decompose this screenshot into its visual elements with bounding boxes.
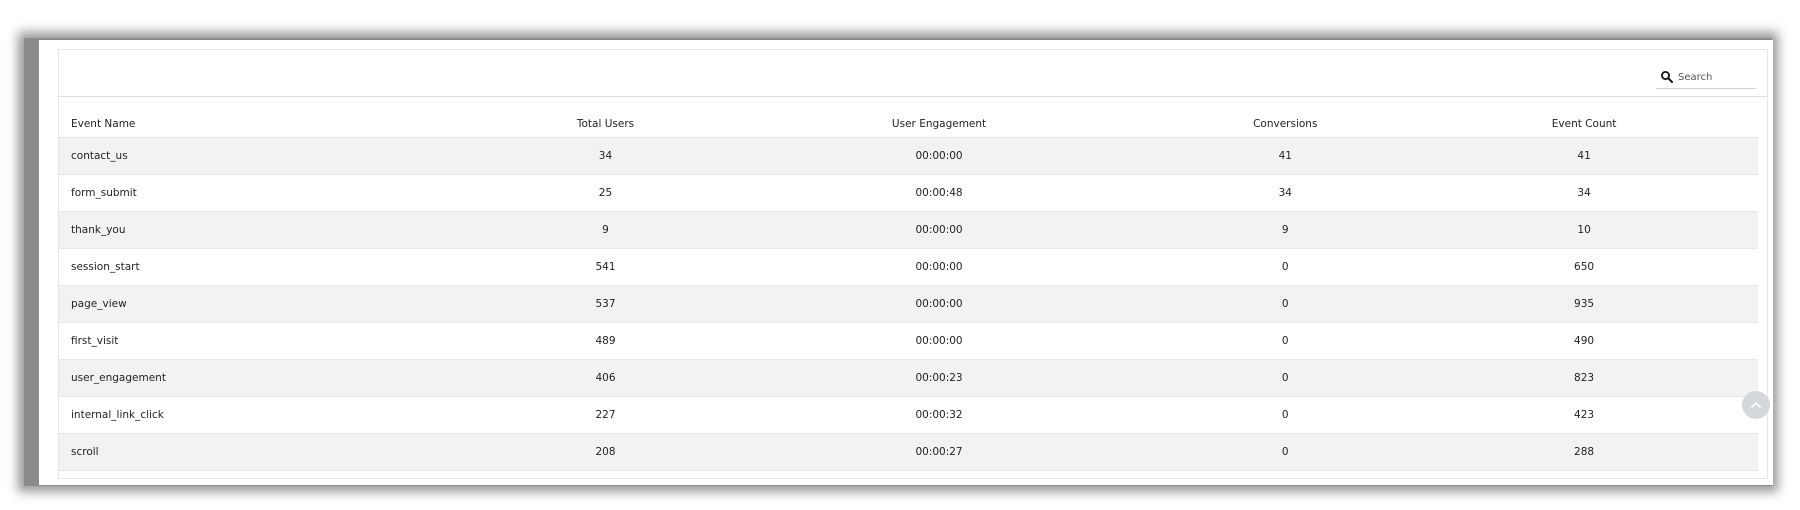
cell-total-users: 537: [493, 285, 718, 323]
cell-conversions: 9: [1160, 211, 1411, 249]
column-header-total-users[interactable]: Total Users: [493, 110, 718, 138]
table-header-row: Event Name Total Users User Engagement C…: [59, 110, 1758, 138]
cell-total-users: 25: [493, 174, 718, 212]
cell-user-engagement: 00:00:23: [717, 359, 1161, 397]
cell-total-users: 541: [493, 248, 718, 286]
column-header-event-count[interactable]: Event Count: [1410, 110, 1758, 138]
cell-total-users: 406: [493, 359, 718, 397]
content-panel: Event Name Total Users User Engagement C…: [39, 40, 1773, 485]
cell-user-engagement: 00:00:48: [717, 174, 1161, 212]
cell-user-engagement: 00:00:00: [717, 211, 1161, 249]
cell-event-count: 935: [1410, 285, 1758, 323]
cell-event-name: internal_link_click: [59, 396, 494, 434]
table-row: contact_us 34 00:00:00 41 41: [59, 137, 1758, 175]
cell-total-users: 227: [493, 396, 718, 434]
cell-event-name: session_start: [59, 248, 494, 286]
cell-total-users: 34: [493, 137, 718, 175]
cell-user-engagement: 00:00:00: [717, 248, 1161, 286]
chevron-up-icon: [1751, 402, 1761, 408]
cell-conversions: 41: [1160, 137, 1411, 175]
cell-total-users: 208: [493, 433, 718, 471]
table-row: internal_link_click 227 00:00:32 0 423: [59, 396, 1758, 434]
table-row: form_submit 25 00:00:48 34 34: [59, 174, 1758, 212]
cell-total-users: 9: [493, 211, 718, 249]
cell-event-name: user_engagement: [59, 359, 494, 397]
events-card: Event Name Total Users User Engagement C…: [58, 49, 1768, 479]
table-row: page_view 537 00:00:00 0 935: [59, 285, 1758, 323]
table-toolbar: [59, 50, 1767, 97]
cell-conversions: 0: [1160, 359, 1411, 397]
cell-event-name: first_visit: [59, 322, 494, 360]
cell-event-name: thank_you: [59, 211, 494, 249]
cell-event-count: 10: [1410, 211, 1758, 249]
cell-event-name: contact_us: [59, 137, 494, 175]
column-header-event-name[interactable]: Event Name: [59, 110, 494, 138]
cell-user-engagement: 00:00:00: [717, 322, 1161, 360]
cell-event-count: 423: [1410, 396, 1758, 434]
cell-total-users: 489: [493, 322, 718, 360]
cell-user-engagement: 00:00:00: [717, 285, 1161, 323]
events-table: Event Name Total Users User Engagement C…: [59, 110, 1758, 471]
search-icon: [1661, 71, 1673, 83]
cell-conversions: 0: [1160, 248, 1411, 286]
cell-user-engagement: 00:00:00: [717, 137, 1161, 175]
cell-event-count: 823: [1410, 359, 1758, 397]
cell-event-name: form_submit: [59, 174, 494, 212]
table-row: user_engagement 406 00:00:23 0 823: [59, 359, 1758, 397]
search-input[interactable]: [1678, 71, 1756, 83]
scroll-to-top-button[interactable]: [1742, 391, 1770, 419]
table-row: first_visit 489 00:00:00 0 490: [59, 322, 1758, 360]
cell-conversions: 0: [1160, 396, 1411, 434]
cell-conversions: 0: [1160, 285, 1411, 323]
cell-conversions: 0: [1160, 433, 1411, 471]
cell-conversions: 34: [1160, 174, 1411, 212]
search-box[interactable]: [1656, 66, 1756, 89]
column-header-conversions[interactable]: Conversions: [1160, 110, 1411, 138]
cell-event-count: 490: [1410, 322, 1758, 360]
cell-event-count: 288: [1410, 433, 1758, 471]
table-row: thank_you 9 00:00:00 9 10: [59, 211, 1758, 249]
cell-event-name: scroll: [59, 433, 494, 471]
cell-event-count: 34: [1410, 174, 1758, 212]
cell-user-engagement: 00:00:27: [717, 433, 1161, 471]
cell-user-engagement: 00:00:32: [717, 396, 1161, 434]
cell-event-name: page_view: [59, 285, 494, 323]
cell-event-count: 650: [1410, 248, 1758, 286]
table-row: session_start 541 00:00:00 0 650: [59, 248, 1758, 286]
cell-conversions: 0: [1160, 322, 1411, 360]
cell-event-count: 41: [1410, 137, 1758, 175]
table-row: scroll 208 00:00:27 0 288: [59, 433, 1758, 471]
column-header-user-engagement[interactable]: User Engagement: [717, 110, 1161, 138]
window-frame: Event Name Total Users User Engagement C…: [24, 38, 1773, 486]
